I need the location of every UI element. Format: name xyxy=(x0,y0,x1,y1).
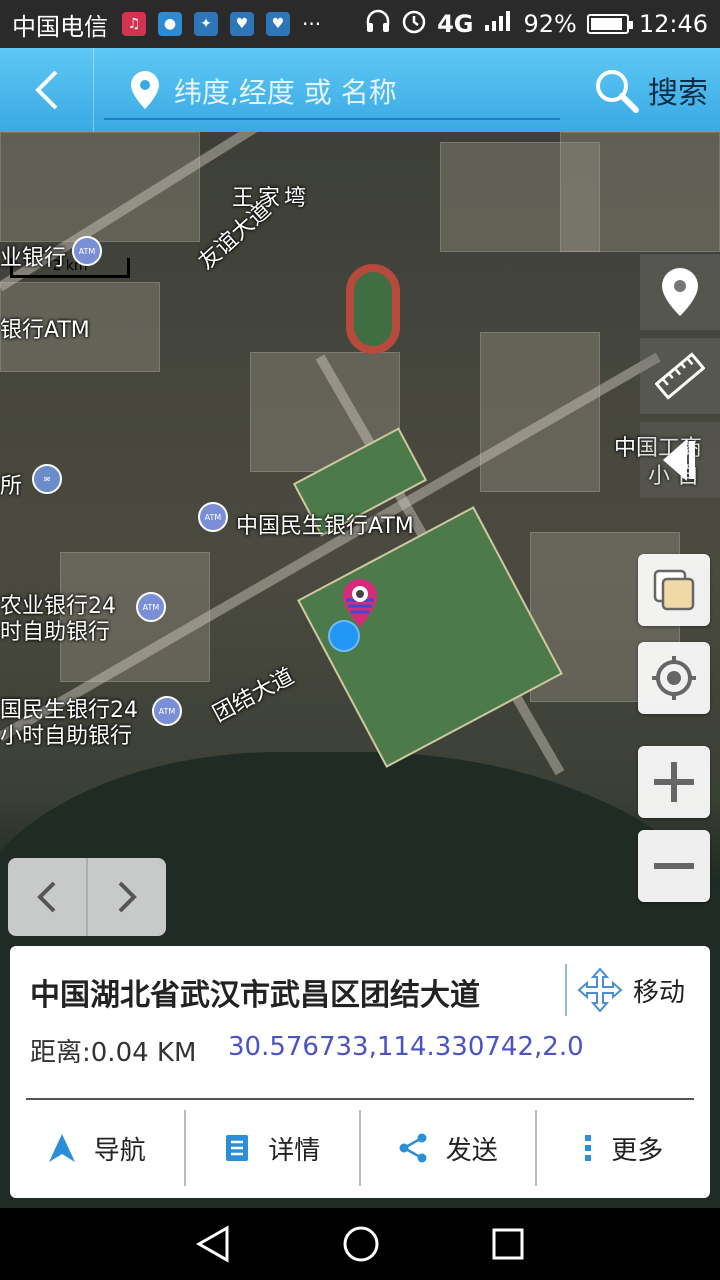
measure-ruler-button[interactable] xyxy=(640,338,720,414)
carrier-name: 中国电信 xyxy=(12,12,108,41)
recent-apps-square-icon[interactable] xyxy=(491,1227,525,1261)
minus-icon xyxy=(654,863,694,869)
alarm-icon xyxy=(401,8,427,40)
search-header: 搜索 xyxy=(0,48,720,132)
details-label: 详情 xyxy=(268,1135,321,1166)
map-building xyxy=(560,132,720,252)
crosshair-icon xyxy=(652,656,696,700)
status-bar: 中国电信 ♫ ● ✦ ♥ ♥ ··· 4G 92% 12:46 xyxy=(0,0,720,48)
map-label: 中国民生银行ATM xyxy=(236,514,414,539)
search-icon xyxy=(596,70,639,113)
layers-icon xyxy=(653,569,695,611)
location-notification-icon: ● xyxy=(158,12,182,36)
zoom-out-button[interactable] xyxy=(638,830,710,902)
address-title: 中国湖北省武汉市武昌区团结大道 xyxy=(30,978,480,1013)
distance-text: 距离:0.04 KM xyxy=(30,1038,197,1068)
place-marker-button[interactable] xyxy=(640,254,720,330)
result-pager xyxy=(8,858,166,936)
more-vertical-icon xyxy=(585,1135,592,1161)
move-label: 移动 xyxy=(633,977,686,1008)
battery-percent: 92% xyxy=(523,10,577,38)
app-notification-icon: ♥ xyxy=(230,12,254,36)
zoom-in-button[interactable] xyxy=(638,746,710,818)
music-notification-icon: ♫ xyxy=(122,12,146,36)
collapse-panel-button[interactable] xyxy=(640,422,720,498)
locate-me-button[interactable] xyxy=(638,642,710,714)
more-button[interactable]: 更多 xyxy=(537,1110,711,1186)
location-pin-icon xyxy=(128,69,162,115)
action-bar: 导航 详情 发送 更多 xyxy=(10,1110,710,1186)
signal-icon xyxy=(483,9,513,39)
move-arrows-icon xyxy=(577,967,623,1013)
divider xyxy=(26,1098,694,1100)
search-input[interactable] xyxy=(174,75,554,109)
network-type: 4G xyxy=(437,10,474,38)
search-button[interactable]: 搜索 xyxy=(592,58,708,122)
app-notification-icon: ✦ xyxy=(194,12,218,36)
system-navigation-bar xyxy=(0,1208,720,1280)
details-button[interactable]: 详情 xyxy=(186,1110,361,1186)
ruler-icon xyxy=(655,352,705,400)
atm-poi-icon[interactable]: ATM xyxy=(136,592,166,622)
headphones-icon xyxy=(365,9,391,39)
back-triangle-icon[interactable] xyxy=(195,1225,231,1263)
plus-icon xyxy=(654,762,694,802)
current-location-dot xyxy=(328,620,360,652)
navigate-label: 导航 xyxy=(93,1135,146,1166)
navigate-button[interactable]: 导航 xyxy=(10,1110,186,1186)
chevron-left-icon xyxy=(34,70,57,110)
map-label: 团结大道 xyxy=(208,663,299,728)
search-button-label: 搜索 xyxy=(648,76,708,111)
more-label: 更多 xyxy=(611,1135,664,1166)
post-office-icon[interactable]: ✉ xyxy=(32,464,62,494)
next-button[interactable] xyxy=(88,858,166,936)
map-label: 时自助银行 xyxy=(0,620,111,645)
atm-poi-icon[interactable]: ATM xyxy=(152,696,182,726)
running-track xyxy=(346,264,400,354)
move-button[interactable]: 移动 xyxy=(565,964,705,1016)
location-info-card: 中国湖北省武汉市武昌区团结大道 移动 距离:0.04 KM 30.576733,… xyxy=(10,946,710,1198)
back-button[interactable] xyxy=(0,48,94,132)
bank-poi-icon[interactable]: ATM xyxy=(72,236,102,266)
map-building xyxy=(480,332,600,492)
map-marker-icon xyxy=(662,268,698,316)
navigation-arrow-icon xyxy=(48,1134,75,1162)
send-label: 发送 xyxy=(445,1135,498,1166)
atm-poi-icon[interactable]: ATM xyxy=(198,502,228,532)
map-layers-button[interactable] xyxy=(638,554,710,626)
app-notification-icon: ♥ xyxy=(266,12,290,36)
chevron-left-icon xyxy=(37,881,56,913)
send-button[interactable]: 发送 xyxy=(361,1110,537,1186)
document-icon xyxy=(226,1135,249,1161)
map-label: 银行ATM xyxy=(0,318,90,343)
search-field[interactable] xyxy=(104,66,560,120)
chevron-right-icon xyxy=(118,881,137,913)
map-label: 业银行 xyxy=(0,246,67,271)
share-icon xyxy=(399,1133,427,1163)
home-circle-icon[interactable] xyxy=(342,1225,380,1263)
clock: 12:46 xyxy=(638,10,708,38)
battery-icon xyxy=(586,14,633,34)
map-label: 所 xyxy=(0,474,23,499)
previous-button[interactable] xyxy=(8,858,88,936)
coordinates-text[interactable]: 30.576733,114.330742,2.0 xyxy=(228,1032,584,1062)
more-notifications-icon: ··· xyxy=(302,12,322,36)
arrow-left-icon xyxy=(663,439,695,481)
map-label: 小时自助银行 xyxy=(0,724,133,749)
